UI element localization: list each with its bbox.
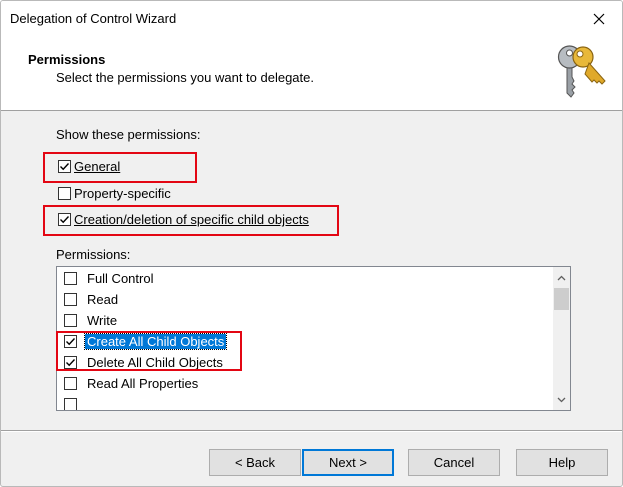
- page-subtitle: Select the permissions you want to deleg…: [56, 70, 314, 85]
- footer-divider-highlight: [1, 431, 622, 432]
- title-bar: Delegation of Control Wizard: [1, 1, 622, 37]
- property-specific-checkbox[interactable]: [58, 187, 71, 200]
- property-specific-label[interactable]: Property-specific: [74, 186, 171, 201]
- close-button[interactable]: [576, 1, 622, 37]
- wizard-window: Delegation of Control Wizard Permissions…: [0, 0, 623, 487]
- permission-label: Write: [87, 313, 118, 328]
- permission-label: Read All Properties: [87, 376, 199, 391]
- help-button[interactable]: Help: [516, 449, 608, 476]
- scrollbar-thumb[interactable]: [554, 288, 569, 310]
- permission-checkbox[interactable]: [64, 398, 77, 410]
- close-icon: [593, 13, 605, 25]
- permission-label: Read: [87, 292, 119, 307]
- back-button[interactable]: < Back: [209, 449, 301, 476]
- permission-checkbox[interactable]: [64, 377, 77, 390]
- list-item[interactable]: [57, 395, 547, 410]
- highlight-box-creation-deletion: [43, 205, 339, 236]
- next-button[interactable]: Next >: [302, 449, 394, 476]
- chevron-down-icon: [557, 397, 566, 402]
- list-item[interactable]: Write: [57, 311, 547, 331]
- show-permissions-label: Show these permissions:: [56, 127, 201, 142]
- vertical-scrollbar[interactable]: [553, 267, 570, 410]
- permission-label: Full Control: [87, 271, 154, 286]
- highlight-box-general: [43, 152, 197, 183]
- list-item[interactable]: Full Control: [57, 269, 547, 289]
- page-title: Permissions: [28, 52, 106, 67]
- highlight-box-child-objects: [56, 331, 242, 371]
- keys-icon: [557, 45, 606, 98]
- permissions-label: Permissions:: [56, 247, 131, 262]
- permission-checkbox[interactable]: [64, 272, 77, 285]
- permission-checkbox[interactable]: [64, 314, 77, 327]
- scroll-down-button[interactable]: [553, 391, 570, 408]
- list-item[interactable]: Read: [57, 290, 547, 310]
- permission-checkbox[interactable]: [64, 293, 77, 306]
- cancel-button[interactable]: Cancel: [408, 449, 500, 476]
- list-item[interactable]: Read All Properties: [57, 374, 547, 394]
- chevron-up-icon: [557, 275, 566, 280]
- scroll-up-button[interactable]: [553, 269, 570, 286]
- window-title: Delegation of Control Wizard: [10, 11, 177, 26]
- wizard-header: Permissions Select the permissions you w…: [1, 37, 622, 111]
